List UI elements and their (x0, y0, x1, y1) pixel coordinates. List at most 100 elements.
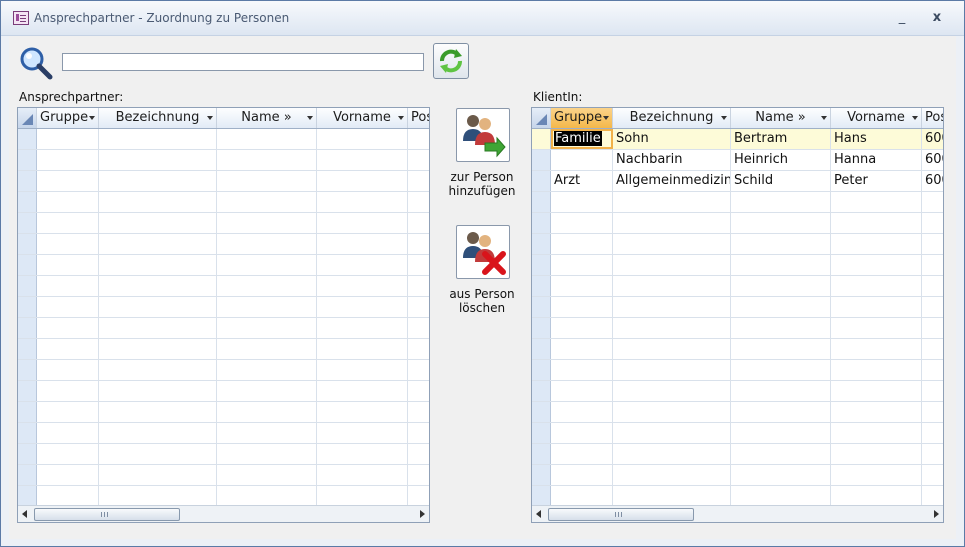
table-cell[interactable] (408, 192, 429, 212)
table-cell[interactable] (551, 444, 613, 464)
table-cell[interactable] (99, 213, 217, 233)
table-cell[interactable] (613, 381, 731, 401)
table-cell[interactable] (731, 234, 831, 254)
table-cell[interactable] (217, 402, 317, 422)
refresh-button[interactable] (433, 43, 469, 79)
table-cell[interactable]: Peter (831, 171, 922, 191)
remove-from-person-button[interactable] (456, 225, 510, 279)
table-cell[interactable] (831, 255, 922, 275)
table-cell[interactable] (317, 339, 408, 359)
column-bezeichnung[interactable]: Bezeichnung (99, 108, 217, 128)
table-row[interactable] (18, 486, 429, 507)
table-cell[interactable] (922, 276, 943, 296)
table-row[interactable] (532, 381, 943, 402)
table-cell[interactable] (37, 381, 99, 401)
table-cell[interactable] (408, 171, 429, 191)
table-cell[interactable] (317, 255, 408, 275)
table-cell[interactable] (613, 360, 731, 380)
table-row[interactable] (532, 255, 943, 276)
table-cell[interactable] (37, 465, 99, 485)
table-cell[interactable] (551, 150, 613, 170)
table-cell[interactable] (731, 423, 831, 443)
table-cell[interactable] (551, 360, 613, 380)
row-selector[interactable] (18, 318, 37, 338)
table-cell[interactable] (831, 423, 922, 443)
row-selector[interactable] (18, 129, 37, 149)
add-to-person-button[interactable] (456, 108, 510, 162)
table-cell[interactable] (922, 423, 943, 443)
row-selector[interactable] (18, 423, 37, 443)
table-cell[interactable] (922, 360, 943, 380)
dropdown-arrow-icon[interactable] (721, 116, 727, 120)
table-cell[interactable] (99, 129, 217, 149)
table-cell[interactable] (408, 465, 429, 485)
table-cell[interactable] (99, 276, 217, 296)
table-cell[interactable] (217, 150, 317, 170)
table-cell[interactable] (217, 213, 317, 233)
table-cell[interactable] (831, 381, 922, 401)
table-cell[interactable]: Nachbarin (613, 150, 731, 170)
column-gruppe[interactable]: Gruppe (37, 108, 99, 128)
row-selector[interactable] (18, 234, 37, 254)
table-cell[interactable] (613, 318, 731, 338)
table-cell[interactable] (551, 423, 613, 443)
table-cell[interactable] (217, 339, 317, 359)
table-cell[interactable] (551, 486, 613, 506)
table-cell[interactable] (613, 297, 731, 317)
table-row[interactable] (18, 150, 429, 171)
table-row[interactable] (532, 486, 943, 507)
table-cell[interactable] (217, 465, 317, 485)
table-cell[interactable]: Hanna (831, 150, 922, 170)
table-cell[interactable] (317, 318, 408, 338)
dropdown-arrow-icon[interactable] (89, 116, 95, 120)
table-cell[interactable] (217, 360, 317, 380)
table-cell[interactable]: 600 (922, 150, 943, 170)
table-cell[interactable] (831, 213, 922, 233)
table-cell[interactable] (99, 234, 217, 254)
table-cell[interactable] (922, 444, 943, 464)
row-selector[interactable] (532, 465, 551, 485)
table-cell[interactable] (408, 297, 429, 317)
table-cell[interactable] (408, 276, 429, 296)
table-cell[interactable] (37, 276, 99, 296)
table-cell[interactable] (922, 213, 943, 233)
dropdown-arrow-icon[interactable] (603, 116, 609, 120)
table-cell[interactable] (922, 486, 943, 506)
table-cell[interactable] (922, 339, 943, 359)
table-row[interactable] (18, 234, 429, 255)
table-cell[interactable] (922, 318, 943, 338)
table-cell[interactable]: Sohn (613, 129, 731, 149)
table-cell[interactable] (408, 318, 429, 338)
table-cell[interactable] (408, 486, 429, 506)
table-cell[interactable] (37, 150, 99, 170)
table-cell[interactable] (317, 297, 408, 317)
table-row[interactable] (18, 444, 429, 465)
table-cell[interactable]: Heinrich (731, 150, 831, 170)
table-cell[interactable] (831, 402, 922, 422)
table-cell[interactable] (99, 192, 217, 212)
table-cell[interactable] (613, 255, 731, 275)
table-cell[interactable] (408, 360, 429, 380)
table-cell[interactable] (613, 234, 731, 254)
dropdown-arrow-icon[interactable] (207, 116, 213, 120)
table-row[interactable] (18, 276, 429, 297)
row-selector[interactable] (18, 276, 37, 296)
table-cell[interactable] (731, 255, 831, 275)
table-cell[interactable] (37, 402, 99, 422)
table-cell[interactable]: Hans (831, 129, 922, 149)
table-cell[interactable] (731, 276, 831, 296)
table-cell[interactable] (317, 423, 408, 443)
table-cell[interactable] (408, 255, 429, 275)
table-row[interactable] (18, 171, 429, 192)
table-cell[interactable] (99, 423, 217, 443)
table-cell[interactable] (37, 444, 99, 464)
table-cell[interactable] (217, 318, 317, 338)
row-selector[interactable] (18, 171, 37, 191)
table-cell[interactable] (408, 150, 429, 170)
table-cell[interactable] (408, 129, 429, 149)
table-cell[interactable] (613, 339, 731, 359)
table-cell[interactable] (613, 465, 731, 485)
dropdown-arrow-icon[interactable] (307, 116, 313, 120)
table-row[interactable] (532, 318, 943, 339)
table-cell[interactable] (99, 297, 217, 317)
